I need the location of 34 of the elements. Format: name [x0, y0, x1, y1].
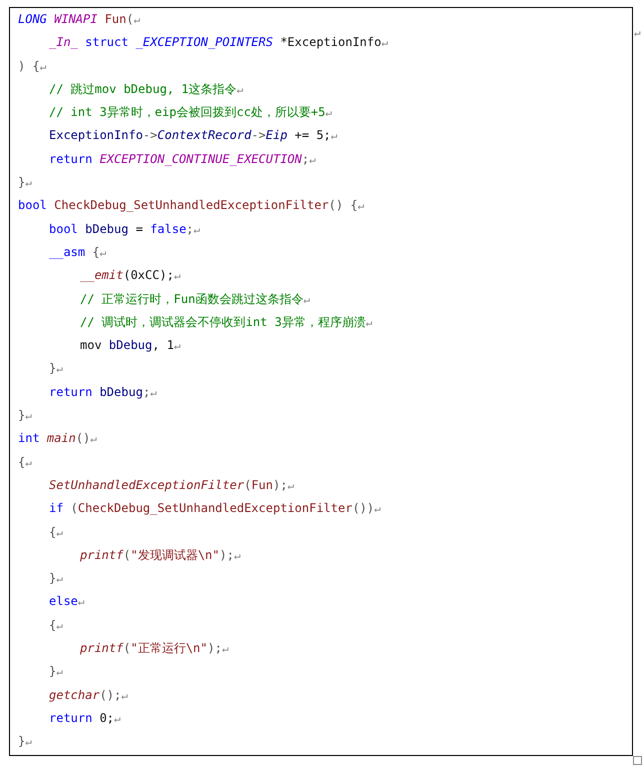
code-line: int main()↵: [18, 430, 97, 448]
code-line: SetUnhandledExceptionFilter(Fun);↵: [49, 476, 294, 494]
code-line: }↵: [18, 733, 32, 750]
code-line: // 调试时，调试器会不停收到int 3异常，程序崩溃↵: [80, 314, 372, 331]
code-line: }↵: [18, 407, 32, 424]
code-line: {↵: [49, 616, 63, 634]
code-line: }↵: [49, 570, 63, 588]
code-line: return bDebug;↵: [49, 384, 157, 401]
code-line: return EXCEPTION_CONTINUE_EXECUTION;↵: [49, 150, 316, 168]
code-line: }↵: [18, 174, 32, 192]
code-line: __emit(0xCC);↵: [80, 267, 181, 284]
paragraph-mark: ↵: [634, 25, 641, 41]
code-line: }↵: [49, 663, 63, 680]
code-line: bool CheckDebug_SetUnhandledExceptionFilter() {↵: [18, 197, 364, 214]
code-line: _In_ struct _EXCEPTION_POINTERS *ExceptionInfo↵: [49, 34, 388, 52]
code-line: }↵: [49, 360, 63, 378]
code-line: printf("正常运行\n");↵: [80, 640, 229, 658]
code-line: else↵: [49, 593, 85, 610]
code-line: ) {↵: [18, 58, 46, 75]
code-line: mov bDebug, 1↵: [80, 337, 181, 354]
code-line: bool bDebug = false;↵: [49, 220, 200, 238]
code-line: if (CheckDebug_SetUnhandledExceptionFilter())↵: [49, 500, 381, 518]
code-line: ExceptionInfo->ContextRecord->Eip += 5;↵: [49, 127, 338, 144]
code-line: __asm {↵: [49, 244, 106, 261]
code-line: getchar();↵: [49, 686, 128, 704]
code-line: // 正常运行时，Fun函数会跳过这条指令↵: [80, 290, 310, 308]
code-line: LONG WINAPI Fun(↵: [18, 11, 140, 28]
code-line: // int 3异常时，eip会被回拨到cc处，所以要+5↵: [49, 104, 332, 122]
code-line: // 跳过mov bDebug, 1这条指令↵: [49, 80, 244, 98]
code-line: printf("发现调试器\n");↵: [80, 546, 241, 564]
code-line: return 0;↵: [49, 710, 121, 727]
code-line: {↵: [49, 524, 63, 541]
resize-handle-icon[interactable]: [633, 756, 642, 765]
code-line: {↵: [18, 454, 32, 471]
